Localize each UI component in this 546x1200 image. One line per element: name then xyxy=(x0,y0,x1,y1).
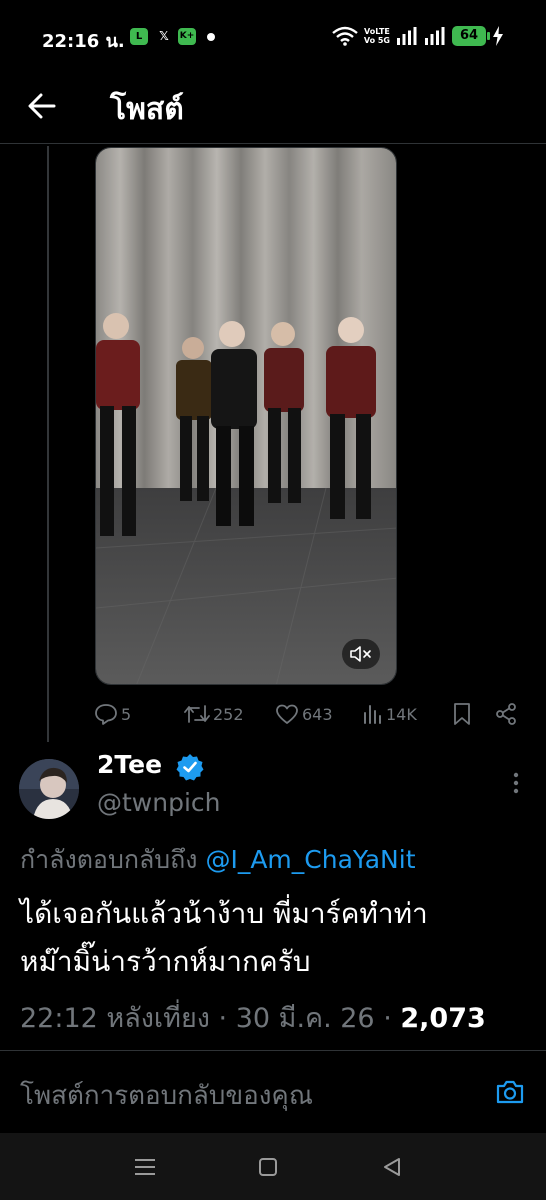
status-time: 22:16 น. xyxy=(42,31,125,52)
menu-icon xyxy=(135,1159,155,1175)
bookmark-icon xyxy=(454,703,470,725)
like-count: 643 xyxy=(302,704,333,724)
top-header: โพสต์ xyxy=(0,72,546,144)
page-title: โพสต์ xyxy=(110,92,184,127)
system-nav-bar xyxy=(0,1133,546,1200)
line-app-icon: L xyxy=(130,28,148,45)
more-icon xyxy=(513,772,519,794)
reply-input[interactable] xyxy=(20,1072,470,1120)
tweet-date: 30 มี.ค. 26 xyxy=(235,1003,375,1034)
home-icon xyxy=(259,1158,277,1176)
user-handle[interactable]: @twnpich xyxy=(97,788,221,817)
camera-button[interactable] xyxy=(492,1074,528,1110)
camera-icon xyxy=(496,1080,524,1104)
display-name[interactable]: 2Tee xyxy=(97,750,162,779)
like-icon xyxy=(276,704,298,724)
bookmark-button[interactable] xyxy=(452,700,472,728)
mute-icon xyxy=(350,646,371,662)
volte-bottom-label: Vo 5G xyxy=(363,36,390,45)
tweet-text-line-2: หม๊ามิ๊น่ารว้ากห์มากครับ xyxy=(20,945,311,978)
wifi-icon xyxy=(332,26,358,46)
views-icon xyxy=(364,705,381,724)
home-button[interactable] xyxy=(254,1153,282,1181)
replying-to-label: กำลังตอบกลับถึง xyxy=(20,845,198,874)
status-bar: 22:16 น. L 𝕏 K+ VoLTE Vo 5G 64 xyxy=(0,0,546,72)
x-app-icon: 𝕏 xyxy=(159,29,169,43)
back-arrow-icon xyxy=(28,93,56,119)
replying-to: กำลังตอบกลับถึง @I_Am_ChaYaNit xyxy=(20,840,416,880)
meta-separator: · xyxy=(209,1003,236,1034)
back-button[interactable] xyxy=(24,88,60,124)
views-button[interactable]: 14K xyxy=(363,700,417,728)
meta-separator: · xyxy=(374,1003,401,1034)
verified-icon xyxy=(176,754,204,781)
divider xyxy=(0,1050,546,1051)
video-player[interactable] xyxy=(95,147,397,685)
more-options-button[interactable] xyxy=(506,768,526,798)
tweet-metadata: 22:12 หลังเที่ยง · 30 มี.ค. 26 · 2,073 xyxy=(20,996,486,1039)
kplus-app-icon: K+ xyxy=(178,28,196,45)
volte-indicator: VoLTE Vo 5G xyxy=(364,27,390,45)
mention-link[interactable]: @I_Am_ChaYaNit xyxy=(205,845,415,874)
system-back-button[interactable] xyxy=(378,1153,406,1181)
charging-icon xyxy=(493,26,503,46)
repost-icon xyxy=(184,705,210,723)
status-indicators: VoLTE Vo 5G 64 xyxy=(332,25,504,47)
thread-connector-line xyxy=(47,146,49,742)
view-count-short: 14K xyxy=(386,704,417,724)
tweet-text-line-1: ได้เจอกันแล้วน้าง้าบ พี่มาร์คทำท่า xyxy=(20,897,428,930)
notification-dot-icon xyxy=(207,33,215,41)
share-button[interactable] xyxy=(494,700,518,728)
signal-2-icon xyxy=(425,27,445,45)
reply-icon xyxy=(95,704,117,725)
avatar[interactable] xyxy=(19,759,79,819)
recent-apps-button[interactable] xyxy=(131,1153,159,1181)
repost-count: 252 xyxy=(213,704,244,724)
video-frame xyxy=(96,148,396,684)
tweet-text: ได้เจอกันแล้วน้าง้าบ พี่มาร์คทำท่า หม๊าม… xyxy=(20,890,520,986)
mute-button[interactable] xyxy=(342,639,380,669)
reply-count: 5 xyxy=(121,704,132,724)
reply-button[interactable]: 5 xyxy=(94,700,131,728)
tweet-time: 22:12 หลังเที่ยง xyxy=(20,1003,210,1034)
signal-icon xyxy=(397,27,417,45)
share-icon xyxy=(496,703,516,725)
avatar-image xyxy=(19,759,79,819)
tweet-view-count[interactable]: 2,073 xyxy=(400,1003,485,1034)
volte-top-label: VoLTE xyxy=(363,27,390,36)
like-button[interactable]: 643 xyxy=(275,700,333,728)
battery-indicator: 64 xyxy=(452,26,490,46)
back-icon xyxy=(384,1158,400,1176)
repost-button[interactable]: 252 xyxy=(184,700,244,728)
engagement-bar: 5 252 643 14K xyxy=(92,700,522,728)
